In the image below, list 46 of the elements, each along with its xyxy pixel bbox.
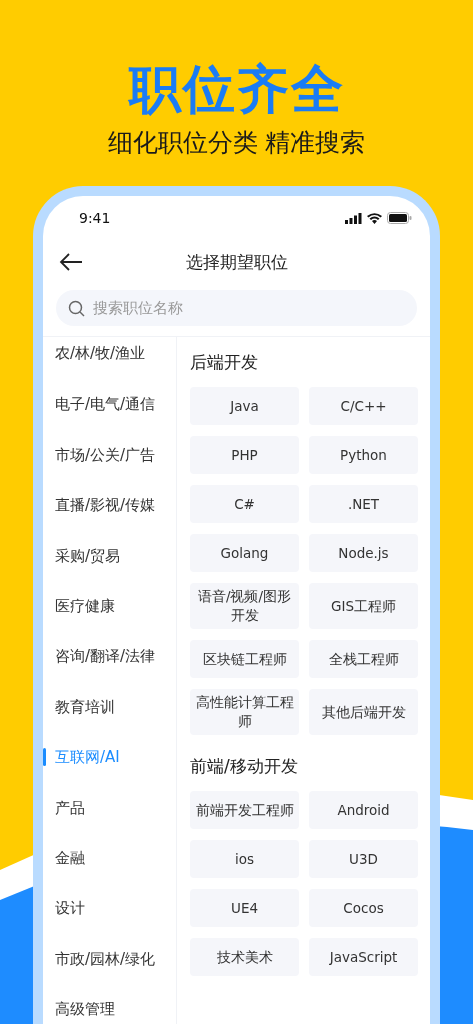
category-item[interactable]: 农/林/牧/渔业 xyxy=(43,337,176,388)
category-item[interactable]: 市场/公关/广告 xyxy=(43,437,176,489)
position-chip[interactable]: C# xyxy=(190,485,299,523)
position-chip[interactable]: .NET xyxy=(309,485,418,523)
back-arrow-icon[interactable] xyxy=(59,252,83,272)
position-chip[interactable]: 其他后端开发 xyxy=(309,689,418,735)
position-chip[interactable]: 全栈工程师 xyxy=(309,640,418,678)
category-item[interactable]: 市政/园林/绿化 xyxy=(43,941,176,993)
position-chip[interactable]: Android xyxy=(309,791,418,829)
category-item[interactable]: 产品 xyxy=(43,790,176,841)
position-chip[interactable]: UE4 xyxy=(190,889,299,927)
position-chip[interactable]: Java xyxy=(190,387,299,425)
status-time: 9:41 xyxy=(79,210,111,226)
category-item[interactable]: 教育培训 xyxy=(43,689,176,741)
position-chip[interactable]: 技术美术 xyxy=(190,938,299,976)
battery-icon xyxy=(387,212,412,224)
position-chip[interactable]: Cocos xyxy=(309,889,418,927)
position-chip[interactable]: 高性能计算工程师 xyxy=(190,689,299,735)
position-chip[interactable]: JavaScript xyxy=(309,938,418,976)
position-chip[interactable]: GIS工程师 xyxy=(309,583,418,629)
category-item[interactable]: 电子/电气/通信 xyxy=(43,387,176,438)
position-chip[interactable]: Node.js xyxy=(309,534,418,572)
category-item[interactable]: 采购/贸易 xyxy=(43,538,176,589)
page-title: 选择期望职位 xyxy=(185,250,288,274)
section-title: 前端/移动开发 xyxy=(190,755,299,777)
category-item[interactable]: 医疗健康 xyxy=(43,588,176,640)
position-chip[interactable]: 区块链工程师 xyxy=(190,640,299,678)
wifi-icon xyxy=(367,212,382,224)
position-chip[interactable]: Python xyxy=(309,436,418,474)
headline: 职位齐全 xyxy=(128,58,345,120)
position-chip[interactable]: ios xyxy=(190,840,299,878)
category-item[interactable]: 高级管理 xyxy=(43,992,176,1024)
category-item[interactable]: 金融 xyxy=(43,840,176,892)
category-item[interactable]: 设计 xyxy=(43,891,176,942)
category-item[interactable]: 直播/影视/传媒 xyxy=(43,488,176,539)
signal-icon xyxy=(345,212,362,224)
subheadline: 细化职位分类 精准搜索 xyxy=(107,127,366,159)
section-title: 后端开发 xyxy=(190,351,259,373)
position-chip[interactable]: Golang xyxy=(190,534,299,572)
category-item[interactable]: 咨询/翻译/法律 xyxy=(43,639,176,690)
position-chip[interactable]: U3D xyxy=(309,840,418,878)
position-chip[interactable]: 语音/视频/图形开发 xyxy=(190,583,299,629)
position-chip[interactable]: 前端开发工程师 xyxy=(190,791,299,829)
search-field[interactable]: 搜索职位名称 xyxy=(56,290,417,326)
position-chip[interactable]: PHP xyxy=(190,436,299,474)
position-chip[interactable]: C/C++ xyxy=(309,387,418,425)
